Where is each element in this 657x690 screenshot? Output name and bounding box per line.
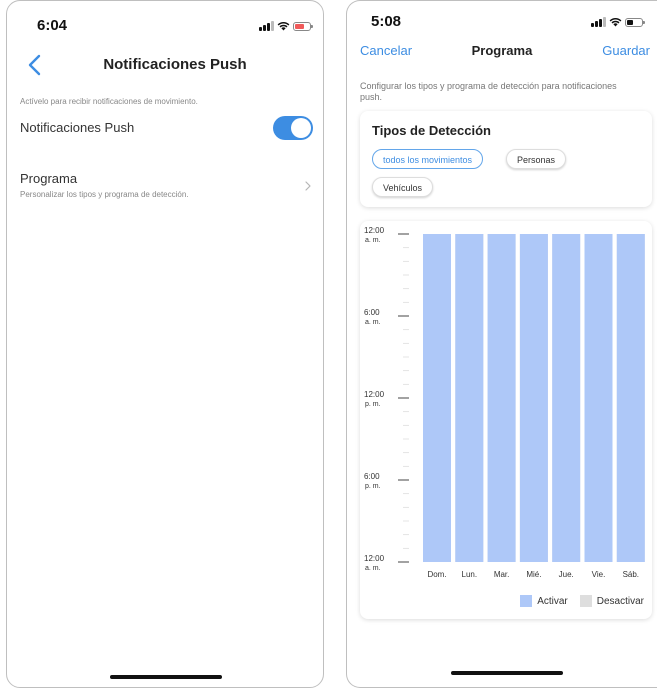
- weekly-schedule-chart[interactable]: 12:00 a. m. 6:00 a. m. 12:00 p. m. 6:00 p. m. 12…: [360, 221, 652, 591]
- active-block: [584, 234, 613, 562]
- chip-all-motion[interactable]: todos los movimientos: [372, 149, 484, 169]
- active-block: [519, 234, 548, 562]
- active-block: [423, 234, 451, 562]
- home-indicator[interactable]: [110, 675, 222, 679]
- day-label: Jue.: [559, 570, 574, 579]
- phone-screen-schedule: 5:08 Cancelar Programa Guardar Configura…: [346, 0, 657, 688]
- time-label-period: a. m.: [365, 319, 381, 326]
- chip-vehicles[interactable]: Vehículos: [372, 177, 434, 197]
- day-label: Lun.: [462, 570, 478, 579]
- time-label-period: p. m.: [365, 401, 381, 408]
- schedule-row-subtitle: Personalizar los tipos y programa de det…: [20, 190, 189, 199]
- wifi-icon: [609, 18, 622, 27]
- legend-inactive-swatch: [579, 595, 592, 607]
- schedule-row-title: Programa: [20, 171, 78, 186]
- push-notifications-toggle[interactable]: [273, 116, 313, 140]
- time-label-period: a. m.: [365, 237, 381, 244]
- time-label: 12:00: [364, 554, 385, 563]
- push-notifications-row: Notificaciones Push: [20, 114, 313, 142]
- home-indicator[interactable]: [451, 671, 563, 675]
- active-block: [616, 234, 645, 562]
- time-label-period: a. m.: [365, 565, 381, 572]
- status-icons: [591, 17, 645, 27]
- status-time: 5:08: [371, 13, 402, 30]
- day-label: Dom.: [427, 570, 446, 579]
- save-button[interactable]: Guardar: [602, 43, 650, 58]
- wifi-icon: [277, 22, 290, 31]
- page-title: Notificaciones Push: [103, 56, 247, 73]
- active-block: [455, 234, 484, 562]
- chevron-right-icon: [305, 181, 311, 191]
- active-block: [487, 234, 516, 562]
- time-label: 6:00: [364, 472, 380, 481]
- status-time: 6:04: [37, 17, 68, 34]
- active-block: [552, 234, 581, 562]
- legend-inactive: Desactivar: [579, 595, 644, 607]
- schedule-row[interactable]: Programa Personalizar los tipos y progra…: [20, 169, 313, 205]
- legend-inactive-label: Desactivar: [596, 595, 644, 607]
- toggle-knob: [291, 118, 311, 138]
- battery-icon: [625, 18, 645, 27]
- legend-active-swatch: [520, 595, 533, 607]
- time-label: 6:00: [364, 308, 380, 317]
- time-label: 12:00: [364, 390, 385, 399]
- battery-charging-icon: [293, 22, 313, 31]
- legend-active-label: Activar: [537, 595, 568, 607]
- schedule-card: 12:00 a. m. 6:00 a. m. 12:00 p. m. 6:00 p. m. 12…: [360, 221, 652, 619]
- status-icons: [259, 21, 313, 31]
- phone-screen-notifications: 6:04 Notificaciones Push Actívelo para r…: [6, 0, 324, 688]
- day-label: Sáb.: [623, 570, 639, 579]
- schedule-legend: Activar Desactivar: [508, 595, 644, 607]
- push-notifications-label: Notificaciones Push: [20, 120, 135, 135]
- day-label: Vie.: [592, 570, 606, 579]
- push-caption: Actívelo para recibir notificaciones de …: [20, 97, 198, 106]
- detection-types-title: Tipos de Detección: [372, 123, 491, 138]
- detection-types-card: Tipos de Detección todos los movimientos…: [360, 111, 652, 207]
- signal-icon: [591, 17, 606, 27]
- signal-icon: [259, 21, 274, 31]
- time-label: 12:00: [364, 226, 385, 235]
- day-label: Mié.: [526, 570, 541, 579]
- time-label-period: p. m.: [365, 483, 381, 490]
- chip-persons[interactable]: Personas: [506, 149, 567, 169]
- schedule-description: Configurar los tipos y programa de detec…: [360, 81, 617, 102]
- day-label: Mar.: [494, 570, 510, 579]
- legend-active: Activar: [520, 595, 568, 607]
